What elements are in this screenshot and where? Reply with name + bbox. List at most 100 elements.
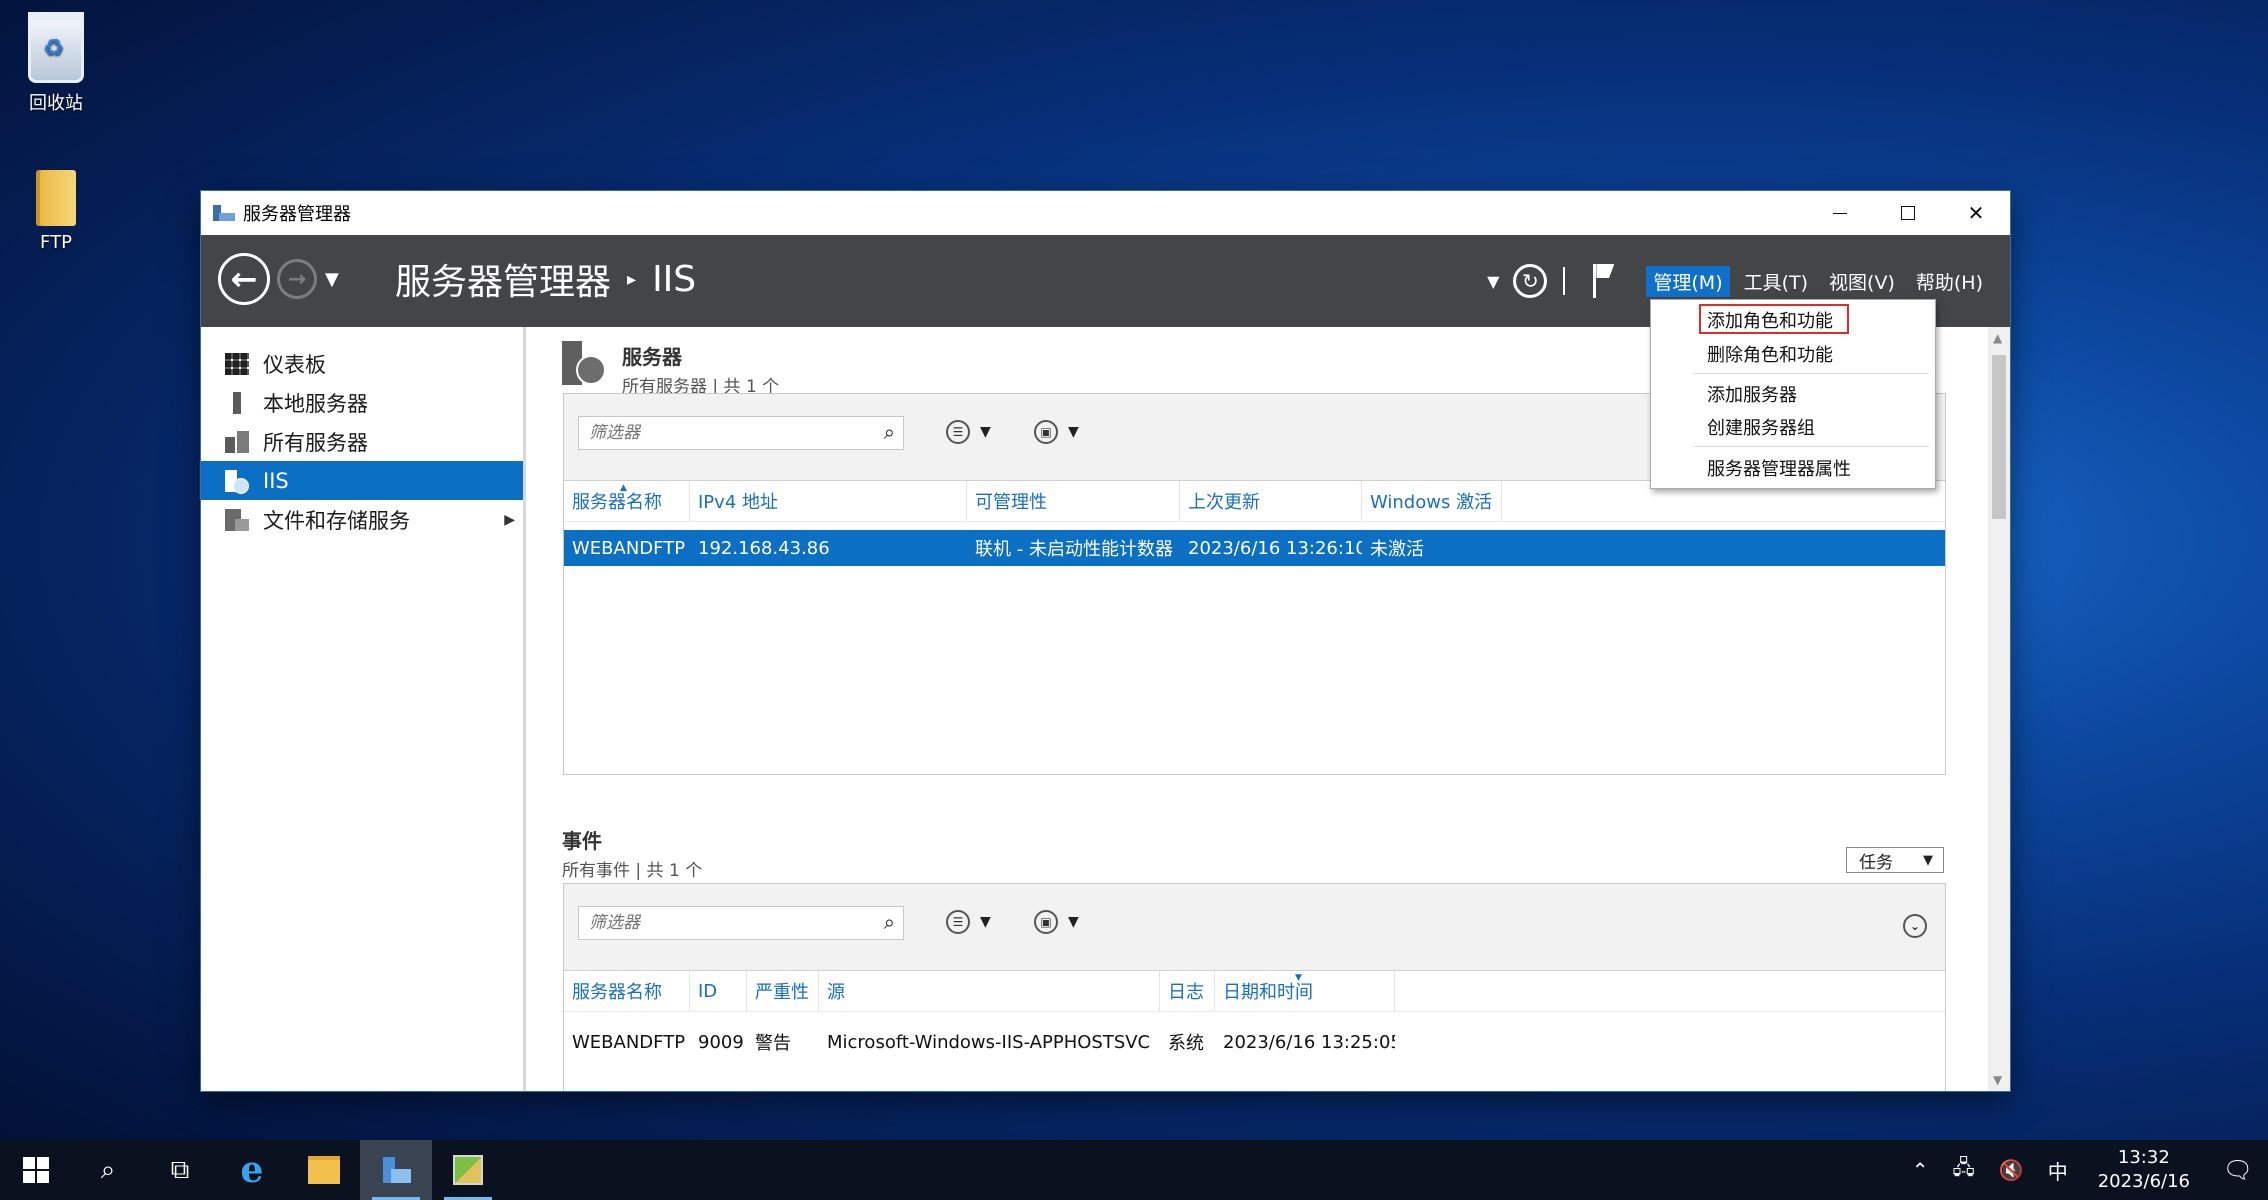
installer-package-icon [453,1155,483,1185]
taskbar-file-explorer[interactable] [288,1140,360,1200]
menu-item-create-server-group[interactable]: 创建服务器组 [1707,414,1815,440]
search-button[interactable]: ⌕ [72,1140,144,1200]
expand-arrow-icon[interactable]: ▶ [504,512,515,528]
windows-logo-icon [23,1157,49,1183]
search-icon[interactable]: ⌕ [884,910,895,934]
notification-icon: 🗨 [2222,1156,2254,1184]
sidebar-item-local-server[interactable]: 本地服务器 [201,383,523,422]
scroll-up-icon[interactable]: ▲ [1993,331,2002,345]
scrollbar-thumb[interactable] [1992,355,2006,519]
title-bar[interactable]: 服务器管理器 ✕ [201,191,2010,235]
sidebar-item-label: IIS [263,468,289,493]
show-hidden-icons-chevron-icon[interactable]: ⌃ [1912,1158,1929,1182]
menu-item-remove-roles-features[interactable]: 删除角色和功能 [1707,341,1833,367]
clock[interactable]: 13:32 2023/6/16 [2098,1146,2190,1194]
desktop-icon-label: FTP [40,232,72,253]
breadcrumb-current: IIS [652,258,697,300]
column-header[interactable]: 源 [819,971,1160,1011]
table-cell: 警告 [755,1033,791,1054]
maximize-icon [1901,206,1915,220]
menu-manage[interactable]: 管理(M) [1646,265,1730,297]
sidebar-item-label: 仪表板 [263,352,326,377]
menu-item-add-roles-features[interactable]: 添加角色和功能 [1707,307,1833,333]
table-row[interactable]: WEBANDFTP 9009 警告 Microsoft-Windows-IIS-… [564,1024,1945,1060]
server-manager-app-icon [213,203,235,223]
table-cell: WEBANDFTP [572,1031,686,1053]
taskbar-internet-explorer[interactable]: e [216,1140,288,1200]
list-options-icon: ☰ [946,910,970,934]
volume-muted-icon[interactable]: 🔇 [1999,1158,2024,1182]
task-view-button[interactable]: ⧉ [144,1140,216,1200]
table-cell: 192.168.43.86 [698,537,830,559]
table-cell: Microsoft-Windows-IIS-APPHOSTSVC [827,1031,1151,1053]
events-filter-input[interactable] [579,907,861,939]
internet-explorer-icon: e [240,1149,264,1191]
events-filter-field[interactable]: ⌕ [578,906,904,940]
refresh-button[interactable]: ↻ [1513,264,1548,298]
servers-save-query-button[interactable]: ▣ ▼ [1034,420,1079,444]
start-button[interactable] [0,1140,72,1200]
desktop-icon-label: 回收站 [29,93,83,114]
events-view-options-button[interactable]: ☰ ▼ [946,910,991,934]
events-tasks-button[interactable]: 任务 ▼ [1846,847,1944,873]
back-button[interactable]: ← [218,253,270,305]
breadcrumb-root[interactable]: 服务器管理器 [395,253,611,305]
sidebar-item-file-storage[interactable]: 文件和存储服务 ▶ [201,500,523,539]
menu-item-add-servers[interactable]: 添加服务器 [1707,381,1797,407]
menu-view[interactable]: 视图(V) [1822,266,1902,297]
column-header[interactable]: ID [690,971,747,1011]
taskbar-installer[interactable] [432,1140,504,1200]
desktop-icon-recycle-bin[interactable]: 回收站 [1,12,111,115]
column-header[interactable]: IPv4 地址 [690,481,967,521]
column-header[interactable]: Windows 激活 [1362,481,1502,521]
scroll-down-icon[interactable]: ▼ [1993,1073,2002,1087]
column-header[interactable]: 日志 [1160,971,1215,1011]
table-cell: 未激活 [1370,539,1424,560]
taskbar-server-manager[interactable] [360,1140,432,1200]
servers-filter-input[interactable] [579,417,861,449]
caret-down-icon: ▼ [1068,424,1079,440]
desktop-icon-ftp[interactable]: FTP [1,170,111,253]
forward-button[interactable]: → [277,259,317,299]
column-header[interactable]: 服务器名称 [564,971,690,1011]
caret-down-icon: ▼ [1923,852,1933,868]
notifications-flag-icon[interactable] [1591,264,1617,298]
servers-filter-field[interactable]: ⌕ [578,416,904,450]
breadcrumb-separator-icon: ▸ [627,268,637,290]
maximize-button[interactable] [1874,191,1942,235]
column-header[interactable]: 上次更新 [1180,481,1362,521]
taskbar: ⌕ ⧉ e ⌃ 🖧 🔇 中 13:32 2023/6/16 🗨 [0,1140,2268,1200]
table-cell: 2023/6/16 13:25:05 [1223,1031,1395,1053]
menu-help[interactable]: 帮助(H) [1909,266,1990,297]
search-icon: ⌕ [100,1154,116,1185]
column-header[interactable]: 可管理性 [967,481,1180,521]
column-header[interactable]: ▼ 日期和时间 [1215,971,1395,1011]
sidebar-item-label: 本地服务器 [263,391,368,416]
sidebar-item-dashboard[interactable]: 仪表板 [201,344,523,383]
header-caret-down-icon[interactable]: ▼ [1487,272,1499,291]
servers-section-header: 服务器 所有服务器 | 共 1 个 [562,341,779,397]
close-button[interactable]: ✕ [1942,191,2010,235]
table-row[interactable]: WEBANDFTP 192.168.43.86 联机 - 未启动性能计数器 20… [564,530,1945,566]
sidebar-item-all-servers[interactable]: 所有服务器 [201,422,523,461]
history-dropdown[interactable]: ▼ [325,269,339,290]
network-icon[interactable]: 🖧 [1952,1153,1974,1187]
header-divider [1563,267,1566,295]
menu-tools[interactable]: 工具(T) [1737,266,1815,297]
column-header[interactable]: ▲ 服务器名称 [564,481,690,521]
menu-item-server-manager-properties[interactable]: 服务器管理器属性 [1707,455,1851,481]
caret-down-icon: ▼ [980,914,991,930]
minimize-button[interactable] [1806,191,1874,235]
window-title: 服务器管理器 [243,204,351,225]
events-save-query-button[interactable]: ▣ ▼ [1034,910,1079,934]
sidebar-item-iis[interactable]: IIS [201,461,523,500]
vertical-scrollbar[interactable]: ▲ ▼ [1988,327,2010,1091]
list-options-icon: ☰ [946,420,970,444]
column-header[interactable]: 严重性 [747,971,819,1011]
file-explorer-icon [308,1156,340,1184]
action-center-button[interactable]: 🗨 [2208,1140,2268,1200]
expand-panel-icon[interactable]: ⌄ [1903,914,1927,938]
search-icon[interactable]: ⌕ [884,420,895,444]
ime-indicator[interactable]: 中 [2048,1156,2068,1185]
servers-view-options-button[interactable]: ☰ ▼ [946,420,991,444]
